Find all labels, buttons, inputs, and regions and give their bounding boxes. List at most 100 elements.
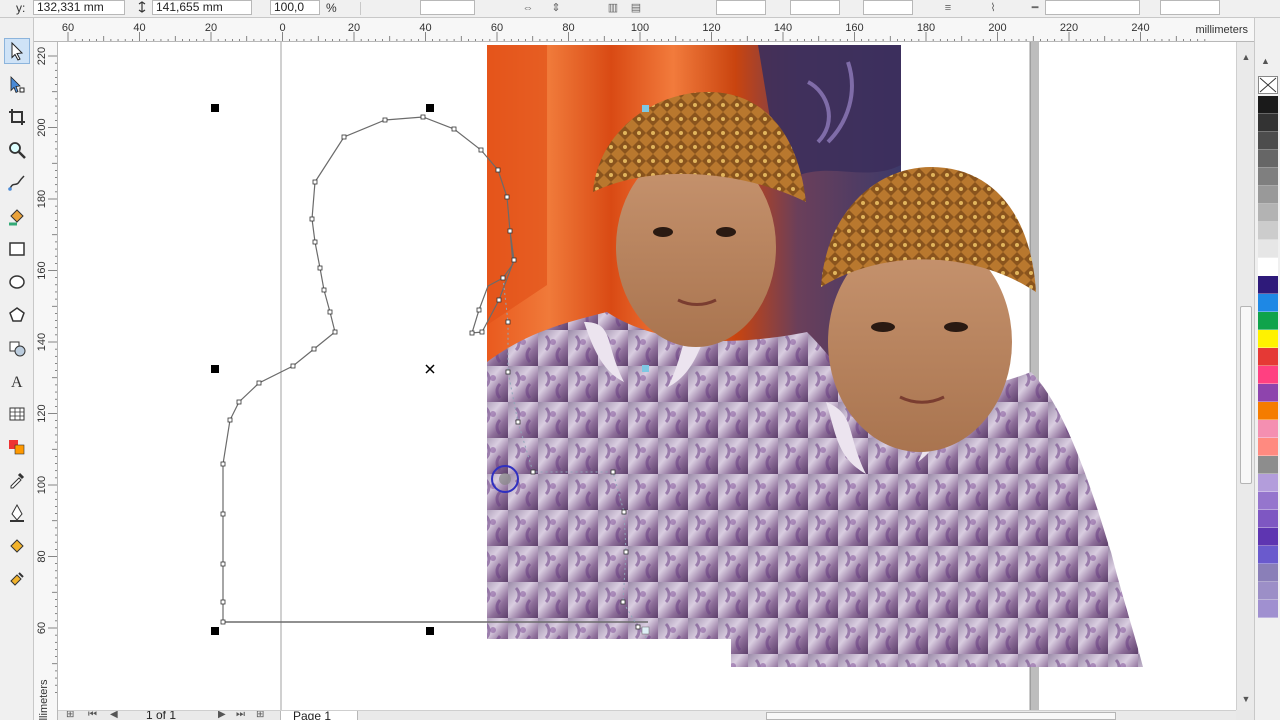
curve-node[interactable]: [332, 329, 338, 335]
color-swatch[interactable]: [1258, 420, 1278, 438]
curve-node[interactable]: [220, 619, 226, 625]
table-tool-icon[interactable]: [4, 401, 30, 427]
color-swatch[interactable]: [1258, 384, 1278, 402]
curve-node[interactable]: [227, 417, 233, 423]
palette-scroll-up-icon[interactable]: ▲: [1261, 56, 1270, 66]
curve-node[interactable]: [420, 114, 426, 120]
color-swatch[interactable]: [1258, 240, 1278, 258]
curve-node[interactable]: [530, 469, 536, 475]
scroll-up-icon[interactable]: ▲: [1237, 50, 1255, 64]
color-swatch[interactable]: [1258, 402, 1278, 420]
vertical-ruler[interactable]: 220 200 180 160 140 120 100 80 60 millimeters: [34, 42, 58, 720]
drawing-canvas[interactable]: [58, 42, 1236, 710]
color-swatch[interactable]: [1258, 132, 1278, 150]
selection-handles[interactable]: [211, 104, 435, 635]
curve-node[interactable]: [321, 287, 327, 293]
curve-node[interactable]: [327, 309, 333, 315]
add-page-icon[interactable]: ⊞: [66, 711, 74, 720]
color-swatch[interactable]: [1258, 474, 1278, 492]
mirror-horizontal-icon[interactable]: ⇔: [520, 1, 536, 15]
outline-width-field[interactable]: [1045, 0, 1140, 15]
interactive-tool-icon[interactable]: [4, 434, 30, 460]
color-swatch[interactable]: [1258, 348, 1278, 366]
curve-node[interactable]: [620, 599, 626, 605]
color-swatch[interactable]: [1258, 510, 1278, 528]
eyedropper-tool-icon[interactable]: [4, 467, 30, 493]
color-swatch[interactable]: [1258, 204, 1278, 222]
corner-size-field[interactable]: [716, 0, 766, 15]
color-swatch[interactable]: [1258, 600, 1278, 618]
pick-tool-icon[interactable]: [4, 38, 30, 64]
curve-node[interactable]: [451, 126, 457, 132]
curve-node[interactable]: [312, 179, 318, 185]
color-swatch[interactable]: [1258, 168, 1278, 186]
basic-shapes-tool-icon[interactable]: [4, 335, 30, 361]
to-curves-icon[interactable]: ⌇: [985, 1, 1001, 15]
color-swatch[interactable]: [1258, 492, 1278, 510]
curve-node[interactable]: [476, 307, 482, 313]
ellipse-tool-icon[interactable]: [4, 269, 30, 295]
curve-node[interactable]: [505, 319, 511, 325]
color-swatch[interactable]: [1258, 222, 1278, 240]
outline-pen-tool-icon[interactable]: [4, 500, 30, 526]
curve-node[interactable]: [496, 297, 502, 303]
wrap-text-icon[interactable]: ≡: [940, 1, 956, 15]
curve-node[interactable]: [290, 363, 296, 369]
color-swatch[interactable]: [1258, 114, 1278, 132]
curve-node[interactable]: [312, 239, 318, 245]
selected-node[interactable]: [641, 626, 650, 635]
color-swatch[interactable]: [1258, 258, 1278, 276]
color-swatch[interactable]: [1258, 366, 1278, 384]
curve-node[interactable]: [220, 461, 226, 467]
interactive-fill-tool-icon[interactable]: [4, 566, 30, 592]
scale-factor-field[interactable]: 100,0: [270, 0, 320, 15]
align-icon[interactable]: ▥: [605, 1, 621, 15]
color-swatch[interactable]: [1258, 438, 1278, 456]
curve-node[interactable]: [311, 346, 317, 352]
curve-node[interactable]: [623, 549, 629, 555]
curve-node[interactable]: [505, 369, 511, 375]
vertical-scroll-thumb[interactable]: [1240, 306, 1252, 484]
horizontal-ruler[interactable]: 60 40 20 0 20 40 60 80 100 120 140 160 180 200 220 240 …: [34, 18, 1254, 42]
curve-node[interactable]: [511, 257, 517, 263]
curve-node[interactable]: [382, 117, 388, 123]
color-swatch[interactable]: [1258, 330, 1278, 348]
no-color-swatch[interactable]: [1258, 76, 1278, 94]
curve-node[interactable]: [635, 624, 641, 630]
curve-node[interactable]: [309, 216, 315, 222]
horizontal-scrollbar[interactable]: [656, 710, 1236, 720]
freehand-tool-icon[interactable]: [4, 170, 30, 196]
scroll-down-icon[interactable]: ▼: [1237, 692, 1255, 706]
curve-node[interactable]: [341, 134, 347, 140]
page-tab[interactable]: Page 1: [280, 711, 358, 720]
extra-field[interactable]: [1160, 0, 1220, 15]
curve-node[interactable]: [500, 275, 506, 281]
shape-tool-icon[interactable]: [4, 71, 30, 97]
curve-node[interactable]: [495, 167, 501, 173]
mirror-vertical-icon[interactable]: ⇕: [548, 1, 564, 15]
curve-node[interactable]: [220, 511, 226, 517]
corner-size-field-3[interactable]: [863, 0, 913, 15]
color-swatch[interactable]: [1258, 312, 1278, 330]
zoom-tool-icon[interactable]: [4, 137, 30, 163]
add-page-after-icon[interactable]: ⊞: [256, 711, 264, 720]
text-tool-icon[interactable]: A: [4, 368, 30, 394]
rectangle-tool-icon[interactable]: [4, 236, 30, 262]
curve-node[interactable]: [256, 380, 262, 386]
polygon-tool-icon[interactable]: [4, 302, 30, 328]
curve-node[interactable]: [504, 194, 510, 200]
object-height-field[interactable]: 141,655 mm: [152, 0, 252, 15]
color-swatch[interactable]: [1258, 456, 1278, 474]
selected-node[interactable]: [642, 365, 649, 372]
first-page-icon[interactable]: ⏮: [88, 711, 97, 720]
color-swatch[interactable]: [1258, 150, 1278, 168]
color-swatch[interactable]: [1258, 96, 1278, 114]
curve-node[interactable]: [478, 147, 484, 153]
curve-node[interactable]: [220, 599, 226, 605]
horizontal-scroll-thumb[interactable]: [766, 712, 1116, 720]
curve-node[interactable]: [621, 509, 627, 515]
curve-node[interactable]: [479, 329, 485, 335]
last-page-icon[interactable]: ⏭: [236, 711, 245, 720]
rotation-field[interactable]: [420, 0, 475, 15]
y-position-field[interactable]: 132,331 mm: [33, 0, 125, 15]
